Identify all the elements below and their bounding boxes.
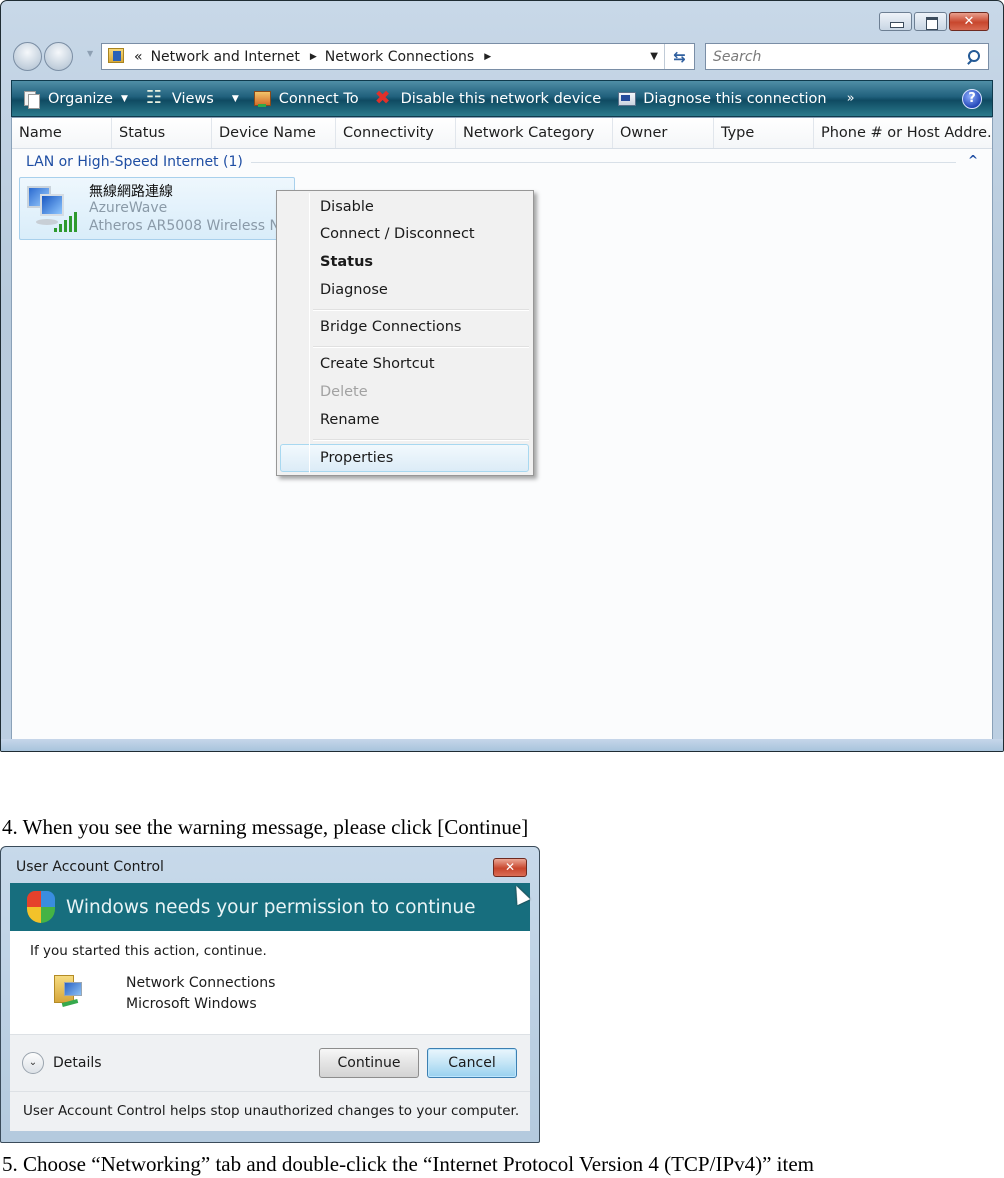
program-publisher: Microsoft Windows xyxy=(126,996,257,1012)
user-account-control-dialog: User Account Control ✕ Windows needs you… xyxy=(0,846,540,1143)
menu-item-create-shortcut[interactable]: Create Shortcut xyxy=(320,351,435,378)
menu-item-bridge-connections[interactable]: Bridge Connections xyxy=(320,314,461,341)
step-5-instruction: 5. Choose “Networking” tab and double-cl… xyxy=(2,1152,815,1176)
security-shield-icon xyxy=(26,890,56,924)
details-label: Details xyxy=(53,1055,102,1071)
context-menu: Disable Connect / Disconnect Status Diag… xyxy=(276,190,534,476)
dialog-title: User Account Control xyxy=(16,859,164,875)
collapse-group-icon[interactable]: ^ xyxy=(968,153,978,167)
column-header-type[interactable]: Type xyxy=(714,118,814,148)
menu-separator xyxy=(313,309,529,311)
close-icon: ✕ xyxy=(963,14,975,29)
column-header-owner[interactable]: Owner xyxy=(613,118,714,148)
column-header-device-name[interactable]: Device Name xyxy=(212,118,336,148)
maximize-button[interactable] xyxy=(914,12,947,31)
step-4-instruction: 4. When you see the warning message, ple… xyxy=(2,815,529,839)
dialog-actions: ⌄ Details Continue Cancel xyxy=(10,1034,530,1091)
close-button[interactable]: ✕ xyxy=(949,12,989,31)
cancel-button[interactable]: Cancel xyxy=(427,1048,517,1078)
footer-text: User Account Control helps stop unauthor… xyxy=(23,1103,520,1119)
command-bar: Organize ▼ Views ▼ Connect To Disable th… xyxy=(11,80,993,117)
search-icon[interactable] xyxy=(966,49,980,64)
connection-device: Atheros AR5008 Wireless Ne... xyxy=(89,218,302,234)
column-header-connectivity[interactable]: Connectivity xyxy=(336,118,456,148)
details-toggle[interactable]: ⌄ Details xyxy=(22,1052,102,1074)
recent-pages-dropdown[interactable]: ▼ xyxy=(87,49,93,58)
group-label: LAN or High-Speed Internet (1) xyxy=(26,154,243,170)
search-placeholder: Search xyxy=(713,48,762,65)
disable-device-button[interactable]: Disable this network device xyxy=(375,87,602,109)
signal-strength-icon xyxy=(54,212,77,232)
group-divider xyxy=(250,161,956,163)
window-controls: ✕ xyxy=(879,12,989,31)
chevron-down-icon[interactable]: ▼ xyxy=(232,94,239,104)
views-icon xyxy=(146,87,164,108)
menu-item-status[interactable]: Status xyxy=(320,249,373,276)
views-label: Views xyxy=(171,90,214,107)
lead-text: If you started this action, continue. xyxy=(30,943,267,959)
menu-item-diagnose[interactable]: Diagnose xyxy=(320,277,388,304)
column-headers: Name Status Device Name Connectivity Net… xyxy=(12,118,992,149)
disable-device-label: Disable this network device xyxy=(400,90,602,107)
chevron-down-icon: ▼ xyxy=(120,93,128,104)
diagnose-icon xyxy=(617,90,637,108)
address-dropdown-icon[interactable]: ▼ xyxy=(650,51,658,62)
diagnose-connection-button[interactable]: Diagnose this connection xyxy=(617,90,827,108)
wireless-network-icon xyxy=(24,182,77,232)
program-name: Network Connections xyxy=(126,975,276,991)
dialog-body: If you started this action, continue. Ne… xyxy=(10,931,530,1034)
dialog-close-button[interactable]: ✕ xyxy=(493,858,527,877)
permission-message: Windows needs your permission to continu… xyxy=(66,896,476,918)
connect-to-button[interactable]: Connect To xyxy=(253,90,359,108)
column-header-network-category[interactable]: Network Category xyxy=(456,118,613,148)
permission-banner: Windows needs your permission to continu… xyxy=(10,883,530,931)
menu-item-connect-disconnect[interactable]: Connect / Disconnect xyxy=(320,221,475,248)
menu-item-properties[interactable]: Properties xyxy=(320,445,393,472)
network-connections-icon xyxy=(50,971,92,1011)
connect-to-label: Connect To xyxy=(278,90,359,107)
breadcrumb-overflow[interactable]: « xyxy=(134,49,143,65)
breadcrumb-network-connections[interactable]: Network Connections xyxy=(325,49,474,65)
column-header-name[interactable]: Name xyxy=(12,118,112,148)
menu-gutter xyxy=(309,193,310,473)
continue-button[interactable]: Continue xyxy=(319,1048,419,1078)
connection-name: 無線網路連線 xyxy=(89,184,173,200)
organize-icon xyxy=(22,90,40,109)
navigation-bar: ▼ « Network and Internet ▶ Network Conne… xyxy=(11,41,989,71)
back-button[interactable] xyxy=(13,42,42,71)
minimize-button[interactable] xyxy=(879,12,912,31)
menu-separator xyxy=(313,439,529,441)
diagnose-label: Diagnose this connection xyxy=(643,90,827,107)
organize-button[interactable]: Organize ▼ xyxy=(22,90,128,109)
column-header-phone-host-address[interactable]: Phone # or Host Addre... xyxy=(814,118,992,148)
connect-to-icon xyxy=(253,90,271,108)
help-icon[interactable]: ? xyxy=(962,88,982,109)
breadcrumb-separator-icon[interactable]: ▶ xyxy=(484,52,491,62)
chevron-down-icon: ⌄ xyxy=(22,1052,44,1074)
menu-item-delete: Delete xyxy=(320,384,368,400)
red-x-icon xyxy=(375,87,393,109)
search-input[interactable]: Search xyxy=(705,43,989,70)
refresh-button[interactable]: ⇆ xyxy=(664,44,694,69)
breadcrumb-network-and-internet[interactable]: Network and Internet xyxy=(151,49,300,65)
breadcrumb-separator-icon[interactable]: ▶ xyxy=(310,52,317,62)
views-button[interactable]: Views ▼ xyxy=(146,87,239,108)
more-commands-button[interactable]: » xyxy=(847,91,855,106)
window-bottom-frame xyxy=(1,739,1003,751)
address-bar[interactable]: « Network and Internet ▶ Network Connect… xyxy=(101,43,695,70)
forward-button[interactable] xyxy=(44,42,73,71)
menu-separator xyxy=(313,346,529,348)
menu-highlight xyxy=(280,444,529,472)
menu-item-disable[interactable]: Disable xyxy=(320,194,374,221)
menu-item-rename[interactable]: Rename xyxy=(320,407,379,434)
wireless-connection-item[interactable]: 無線網路連線 AzureWave Atheros AR5008 Wireless… xyxy=(19,177,302,240)
connection-network: AzureWave xyxy=(89,200,168,216)
group-header-lan[interactable]: LAN or High-Speed Internet (1) ^ xyxy=(12,149,992,175)
column-header-status[interactable]: Status xyxy=(112,118,212,148)
dialog-footer: User Account Control helps stop unauthor… xyxy=(10,1091,530,1131)
network-folder-icon xyxy=(106,47,126,67)
organize-label: Organize xyxy=(48,90,113,107)
